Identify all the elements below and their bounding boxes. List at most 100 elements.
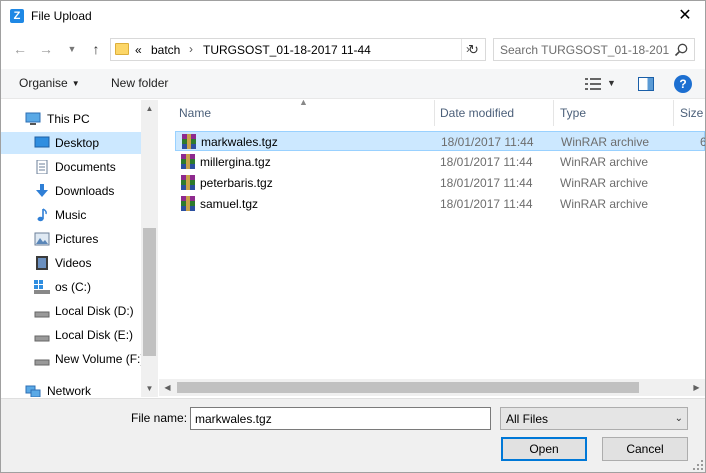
help-icon[interactable]: ?	[674, 75, 692, 93]
column-divider[interactable]	[434, 100, 435, 126]
folder-icon	[115, 43, 129, 55]
drive-icon	[34, 335, 50, 342]
close-button[interactable]: ✕	[665, 1, 705, 31]
sidebar-item-label: Downloads	[55, 184, 115, 198]
pc-icon	[25, 112, 41, 125]
breadcrumb-separator[interactable]: ›	[189, 42, 193, 56]
column-header-date-modified[interactable]: Date modified	[440, 100, 514, 126]
file-name-label: File name:	[131, 411, 188, 425]
scroll-right-icon[interactable]: ▶	[688, 379, 705, 396]
file-type-filter-value: All Files	[506, 412, 549, 426]
cancel-button[interactable]: Cancel	[602, 437, 688, 461]
sidebar-item-desktop[interactable]: Desktop	[1, 132, 141, 154]
organise-button[interactable]: Organise ▼	[19, 76, 80, 90]
file-type: WinRAR archive	[560, 197, 649, 211]
sidebar-item-label: Videos	[55, 256, 92, 270]
dialog-footer: File name: All Files ⌄ Open Cancel	[1, 398, 705, 472]
horizontal-scroll-thumb[interactable]	[177, 382, 639, 393]
downloads-icon	[36, 184, 48, 197]
address-bar[interactable]: « batch › TURGSOST_01-18-2017 11-44 › ↻	[110, 38, 486, 61]
sidebar-item-label: Network	[47, 384, 92, 397]
sidebar-item-music[interactable]: Music	[1, 204, 141, 226]
chevron-down-icon: ▼	[71, 79, 80, 89]
column-header-size[interactable]: Size	[680, 100, 703, 126]
preview-pane-icon[interactable]	[638, 77, 654, 91]
view-options-dropdown-icon[interactable]: ▼	[607, 78, 616, 88]
search-box[interactable]: Search TURGSOST_01-18-201...	[493, 38, 695, 61]
column-divider[interactable]	[673, 100, 674, 126]
sidebar-item-downloads[interactable]: Downloads	[1, 180, 141, 202]
file-name: samuel.tgz	[200, 197, 259, 211]
file-row[interactable]: samuel.tgz 18/01/2017 11:44 WinRAR archi…	[175, 194, 705, 214]
sidebar-scroll-thumb[interactable]	[143, 228, 156, 356]
column-header-name[interactable]: Name	[179, 100, 211, 126]
column-divider[interactable]	[553, 100, 554, 126]
sidebar-item-label: Local Disk (D:)	[55, 304, 134, 318]
up-button[interactable]: ↑	[85, 39, 107, 59]
back-button[interactable]: ←	[9, 39, 31, 59]
sort-ascending-icon: ▲	[299, 100, 308, 107]
sidebar-item-label: os (C:)	[55, 280, 91, 294]
sidebar-item-os-c[interactable]: os (C:)	[1, 276, 141, 298]
forward-button[interactable]: →	[35, 39, 57, 59]
file-type-filter[interactable]: All Files ⌄	[500, 407, 688, 430]
file-list: ▲ Name Date modified Type Size markwales…	[159, 100, 705, 397]
file-row[interactable]: peterbaris.tgz 18/01/2017 11:44 WinRAR a…	[175, 173, 705, 193]
command-bar: Organise ▼ New folder ▼ ?	[1, 69, 705, 99]
column-header-type[interactable]: Type	[560, 100, 586, 126]
file-row[interactable]: millergina.tgz 18/01/2017 11:44 WinRAR a…	[175, 152, 705, 172]
sidebar-item-label: This PC	[47, 112, 90, 126]
window-title: File Upload	[31, 9, 92, 23]
desktop-icon	[34, 136, 50, 148]
scroll-left-icon[interactable]: ◀	[159, 379, 176, 396]
breadcrumb-batch[interactable]: batch	[151, 43, 180, 57]
file-upload-dialog: Z File Upload ✕ ← → ▼ ↑ « batch › TURGSO…	[0, 0, 706, 473]
breadcrumb-current[interactable]: TURGSOST_01-18-2017 11-44	[203, 43, 371, 57]
search-input[interactable]: Search TURGSOST_01-18-201...	[500, 43, 670, 57]
organise-label: Organise	[19, 76, 68, 90]
resize-grip-icon[interactable]	[693, 460, 703, 470]
system-drive-icon	[34, 280, 50, 294]
view-options-icon[interactable]	[585, 77, 601, 91]
file-date: 18/01/2017 11:44	[440, 155, 533, 169]
breadcrumb-overflow[interactable]: «	[135, 43, 142, 57]
recent-locations-button[interactable]: ▼	[61, 39, 83, 59]
refresh-button[interactable]: ↻	[461, 39, 485, 60]
winrar-archive-icon	[181, 154, 195, 169]
sidebar-item-videos[interactable]: Videos	[1, 252, 141, 274]
file-date: 18/01/2017 11:44	[441, 135, 534, 149]
music-icon	[37, 208, 47, 222]
file-name: millergina.tgz	[200, 155, 271, 169]
sidebar-item-network[interactable]: Network	[1, 380, 141, 397]
sidebar-item-new-volume-f[interactable]: New Volume (F:)	[1, 348, 145, 370]
sidebar-item-label: Music	[55, 208, 87, 222]
videos-icon	[36, 256, 48, 270]
app-logo-icon: Z	[10, 9, 24, 23]
pictures-icon	[34, 232, 50, 246]
sidebar-item-label: Local Disk (E:)	[55, 328, 134, 342]
search-icon	[674, 43, 688, 57]
file-row-selected[interactable]: markwales.tgz 18/01/2017 11:44 WinRAR ar…	[175, 131, 705, 151]
sidebar-item-label: New Volume (F:)	[55, 352, 145, 366]
horizontal-scrollbar[interactable]: ◀ ▶	[159, 379, 705, 396]
scroll-down-icon[interactable]: ▼	[141, 380, 158, 397]
chevron-down-icon: ⌄	[674, 413, 683, 424]
file-type: WinRAR archive	[560, 155, 649, 169]
sidebar-item-label: Desktop	[55, 136, 100, 150]
sidebar-item-documents[interactable]: Documents	[1, 156, 141, 178]
sidebar-scrollbar[interactable]: ▲ ▼	[141, 100, 158, 397]
open-button[interactable]: Open	[501, 437, 587, 461]
file-name-input[interactable]	[190, 407, 491, 430]
file-name: peterbaris.tgz	[200, 176, 273, 190]
file-date: 18/01/2017 11:44	[440, 176, 533, 190]
new-folder-button[interactable]: New folder	[111, 76, 168, 90]
network-icon	[25, 385, 41, 397]
winrar-archive-icon	[181, 175, 195, 190]
file-date: 18/01/2017 11:44	[440, 197, 533, 211]
sidebar-item-local-disk-e[interactable]: Local Disk (E:)	[1, 324, 141, 346]
sidebar-item-this-pc[interactable]: This PC	[1, 108, 141, 130]
sidebar-item-pictures[interactable]: Pictures	[1, 228, 141, 250]
scroll-up-icon[interactable]: ▲	[141, 100, 158, 117]
sidebar-item-local-disk-d[interactable]: Local Disk (D:)	[1, 300, 141, 322]
navigation-pane: This PC Desktop Documents Downloads Musi…	[1, 100, 158, 397]
